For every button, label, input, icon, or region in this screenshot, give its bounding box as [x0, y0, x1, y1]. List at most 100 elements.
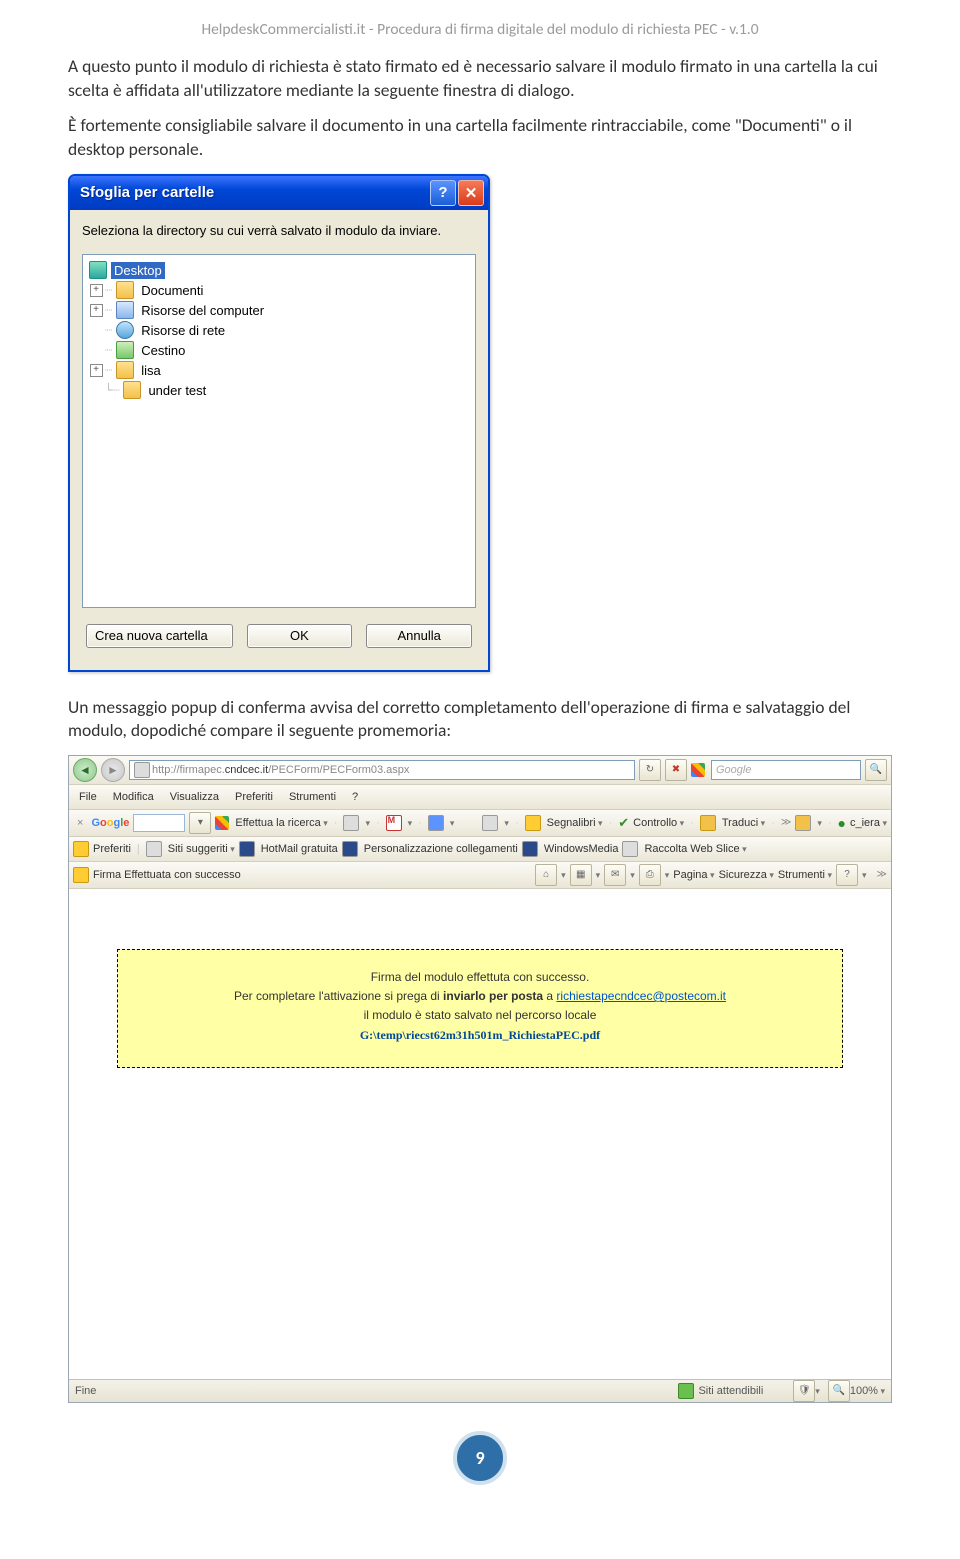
page-menu[interactable]: Pagina	[673, 869, 714, 881]
wrench-icon[interactable]	[795, 815, 811, 831]
dialog-titlebar: Sfoglia per cartelle ? ✕	[70, 176, 488, 210]
favorites-label[interactable]: Preferiti	[93, 843, 131, 855]
favorites-bar: Preferiti | Siti suggeriti HotMail gratu…	[69, 837, 891, 862]
notice-line3: il modulo è stato salvato nel percorso l…	[128, 1006, 832, 1025]
check-icon: ✔	[618, 815, 629, 831]
cancel-button[interactable]: Annulla	[366, 624, 472, 648]
dialog-title: Sfoglia per cartelle	[80, 184, 428, 201]
paragraph-1: A questo punto il modulo di richiesta è …	[68, 55, 892, 102]
tree-item[interactable]: ┈ Cestino	[87, 341, 471, 360]
google-search-btn[interactable]: Effettua la ricerca	[235, 817, 327, 829]
browser-menu-row: File Modifica Visualizza Preferiti Strum…	[69, 785, 891, 810]
user-label[interactable]: c_iera	[850, 817, 887, 829]
tree-item[interactable]: + ┈ Risorse del computer	[87, 301, 471, 320]
user-status-icon: ●	[838, 815, 846, 831]
tab-favicon	[73, 867, 89, 883]
print-button[interactable]: ⎙	[639, 864, 661, 886]
forward-button[interactable]: ►	[101, 758, 125, 782]
traduci-btn[interactable]: Traduci	[722, 817, 765, 829]
notice-line1: Firma del modulo effettuta con successo.	[128, 968, 832, 987]
back-button[interactable]: ◄	[73, 758, 97, 782]
tools-menu[interactable]: Strumenti	[778, 869, 832, 881]
search-button[interactable]: 🔍	[865, 759, 887, 781]
browse-folder-dialog: Sfoglia per cartelle ? ✕ Seleziona la di…	[68, 174, 490, 672]
gmail-icon[interactable]: M	[386, 815, 402, 831]
share-icon[interactable]	[428, 815, 444, 831]
home-button[interactable]: ⌂	[535, 864, 557, 886]
page-number: 9	[453, 1431, 507, 1485]
google-dd[interactable]: ▾	[189, 812, 211, 834]
notice-email-link[interactable]: richiestapecndcec@postecom.it	[556, 989, 726, 1003]
desktop-icon	[89, 261, 107, 279]
status-trusted: Siti attendibili	[698, 1385, 763, 1397]
paragraph-2: È fortemente consigliabile salvare il do…	[68, 114, 892, 161]
menu-tools[interactable]: Strumenti	[283, 789, 342, 805]
tree-item[interactable]: └┈ under test	[87, 381, 471, 400]
sugg-btn[interactable]: Siti suggeriti	[168, 843, 235, 855]
feed-button[interactable]: ▦	[570, 864, 592, 886]
tree-item[interactable]: + ┈ Documenti	[87, 281, 471, 300]
folder-tree[interactable]: Desktop + ┈ Documenti + ┈ Risorse del co…	[82, 254, 476, 608]
hotmail-icon	[239, 841, 255, 857]
toolbar-x[interactable]: ×	[77, 817, 83, 829]
search-box[interactable]: Google	[711, 760, 861, 780]
tab-title[interactable]: Firma Effettuata con successo	[93, 869, 241, 881]
expand-icon[interactable]: +	[90, 364, 103, 377]
menu-edit[interactable]: Modifica	[107, 789, 160, 805]
security-menu[interactable]: Sicurezza	[719, 869, 774, 881]
folder-icon	[116, 361, 134, 379]
tab-bar: Firma Effettuata con successo ⌂ ▦ ✉ ⎙ Pa…	[69, 862, 891, 889]
page-icon	[134, 762, 150, 778]
mail-button[interactable]: ✉	[604, 864, 626, 886]
expand-icon[interactable]: +	[90, 304, 103, 317]
tree-root-label: Desktop	[111, 262, 165, 279]
google-label: Google	[91, 817, 129, 829]
address-bar[interactable]: http://firmapec.cndcec.it/PECForm/PECFor…	[129, 760, 635, 780]
google-toolbar: × Google ▾ Effettua la ricerca · · M · ·…	[69, 810, 891, 837]
pers-link[interactable]: Personalizzazione collegamenti	[364, 843, 518, 855]
hotmail-link[interactable]: HotMail gratuita	[261, 843, 338, 855]
expand-icon[interactable]: +	[90, 284, 103, 297]
menu-file[interactable]: File	[73, 789, 103, 805]
dialog-instruction: Seleziona la directory su cui verrà salv…	[82, 222, 476, 240]
help-button[interactable]: ?	[430, 180, 456, 206]
slice-link[interactable]: Raccolta Web Slice	[644, 843, 746, 855]
tree-item[interactable]: + ┈ lisa	[87, 361, 471, 380]
translate-icon	[700, 815, 716, 831]
google-search-input[interactable]	[133, 814, 185, 832]
status-bar: Fine Siti attendibili 🛡 🔍 100%	[69, 1379, 891, 1402]
zoom-button[interactable]: 🔍	[828, 1380, 850, 1402]
tree-item-label: Risorse del computer	[138, 302, 267, 319]
menu-view[interactable]: Visualizza	[164, 789, 225, 805]
status-left: Fine	[75, 1385, 96, 1397]
computer-icon	[116, 301, 134, 319]
tree-item-label: Documenti	[138, 282, 206, 299]
help-menu-button[interactable]: ?	[836, 864, 858, 886]
url-prefix: http://firmapec.	[152, 764, 225, 776]
go-button[interactable]: ↻	[639, 759, 661, 781]
zoom-level[interactable]: 100%	[850, 1385, 885, 1397]
bookmarks-icon	[525, 815, 541, 831]
protected-mode-icon[interactable]: 🛡	[793, 1380, 815, 1402]
slice-icon	[622, 841, 638, 857]
wm-link[interactable]: WindowsMedia	[544, 843, 619, 855]
pers-icon	[342, 841, 358, 857]
more-icon[interactable]	[482, 815, 498, 831]
bookmarks-btn[interactable]: Segnalibri	[547, 817, 603, 829]
browser-nav-row: ◄ ► http://firmapec.cndcec.it/PECForm/PE…	[69, 756, 891, 785]
tree-root[interactable]: Desktop	[87, 261, 471, 280]
controllo-btn[interactable]: Controllo	[633, 817, 684, 829]
ok-button[interactable]: OK	[247, 624, 353, 648]
tree-item[interactable]: ┈ Risorse di rete	[87, 321, 471, 340]
browser-viewport: Firma del modulo effettuta con successo.…	[69, 889, 891, 1379]
menu-fav[interactable]: Preferiti	[229, 789, 279, 805]
menu-help[interactable]: ?	[346, 789, 364, 805]
stop-button[interactable]: ✖	[665, 759, 687, 781]
notice-line2: Per completare l'attivazione si prega di…	[128, 987, 832, 1006]
img-icon[interactable]	[343, 815, 359, 831]
close-button[interactable]: ✕	[458, 180, 484, 206]
page-header: HelpdeskCommercialisti.it - Procedura di…	[68, 20, 892, 39]
network-icon	[116, 321, 134, 339]
url-path: /PECForm/PECForm03.aspx	[268, 764, 409, 776]
create-folder-button[interactable]: Crea nuova cartella	[86, 624, 233, 648]
